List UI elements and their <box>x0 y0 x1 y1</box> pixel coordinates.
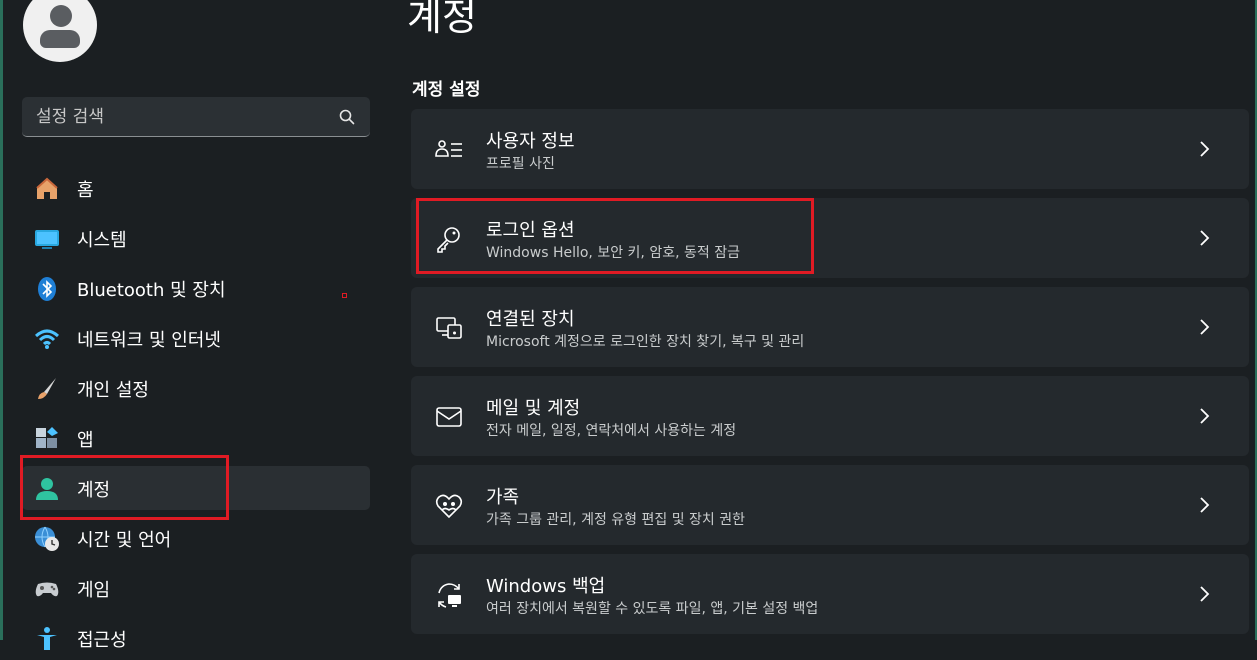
highlight-box-sign-in-options <box>416 198 814 274</box>
sidebar-item-label: 접근성 <box>77 630 127 651</box>
highlight-box-accounts <box>20 455 229 520</box>
card-subtitle: 여러 장치에서 복원할 수 있도록 파일, 앱, 기본 설정 백업 <box>486 601 819 617</box>
section-title: 계정 설정 <box>412 80 481 100</box>
gamepad-icon <box>35 582 59 597</box>
clock-globe-icon <box>35 526 59 551</box>
page-title: 계정 <box>407 0 477 39</box>
sidebar-item-home[interactable]: 홈 <box>22 166 370 210</box>
search-icon[interactable] <box>338 108 356 126</box>
connected-devices-icon <box>436 317 462 339</box>
card-subtitle: Microsoft 계정으로 로그인한 장치 찾기, 복구 및 관리 <box>486 334 805 350</box>
sidebar-item-bluetooth[interactable]: Bluetooth 및 장치 <box>22 266 370 310</box>
card-title: 사용자 정보 <box>486 131 575 152</box>
family-heart-icon <box>435 494 463 519</box>
sidebar-item-label: 시스템 <box>77 230 127 251</box>
avatar[interactable] <box>23 0 97 62</box>
card-connected-devices[interactable]: 연결된 장치 Microsoft 계정으로 로그인한 장치 찾기, 복구 및 관… <box>411 287 1249 367</box>
chevron-right-icon <box>1200 497 1210 513</box>
sidebar-item-label: 앱 <box>77 430 94 451</box>
search-input[interactable] <box>22 97 338 137</box>
sidebar-item-system[interactable]: 시스템 <box>22 216 370 260</box>
apps-icon <box>36 427 58 448</box>
card-subtitle: 가족 그룹 관리, 계정 유형 편집 및 장치 권한 <box>486 512 746 528</box>
chevron-right-icon <box>1200 586 1210 602</box>
sidebar-item-personalization[interactable]: 개인 설정 <box>22 366 370 410</box>
sidebar-item-time-language[interactable]: 시간 및 언어 <box>22 516 370 560</box>
avatar-head <box>50 5 72 27</box>
backup-icon <box>438 583 461 608</box>
sidebar-item-label: 홈 <box>77 180 94 201</box>
card-title: Windows 백업 <box>486 576 606 597</box>
chevron-right-icon <box>1200 141 1210 157</box>
sidebar-item-label: Bluetooth 및 장치 <box>77 280 226 301</box>
sidebar-item-gaming[interactable]: 게임 <box>22 566 370 610</box>
chevron-right-icon <box>1200 319 1210 335</box>
card-title: 가족 <box>486 487 520 508</box>
brush-icon <box>38 378 56 399</box>
sidebar: 홈 시스템 Bluetooth 및 장치 네트워크 및 인터넷 개인 설정 <box>0 0 390 651</box>
card-title: 메일 및 계정 <box>486 398 581 419</box>
card-windows-backup[interactable]: Windows 백업 여러 장치에서 복원할 수 있도록 파일, 앱, 기본 설… <box>411 554 1249 634</box>
sidebar-item-label: 게임 <box>77 580 111 601</box>
card-email-accounts[interactable]: 메일 및 계정 전자 메일, 일정, 연락처에서 사용하는 계정 <box>411 376 1249 456</box>
highlight-dot <box>342 293 347 298</box>
card-subtitle: 전자 메일, 일정, 연락처에서 사용하는 계정 <box>486 423 737 439</box>
sidebar-item-accessibility[interactable]: 접근성 <box>22 616 370 660</box>
card-user-info[interactable]: 사용자 정보 프로필 사진 <box>411 109 1249 189</box>
chevron-right-icon <box>1200 408 1210 424</box>
user-name-blurred <box>114 10 274 50</box>
sidebar-item-label: 네트워크 및 인터넷 <box>77 330 221 351</box>
wifi-icon <box>34 329 60 349</box>
avatar-body <box>40 30 80 48</box>
sidebar-item-label: 시간 및 언어 <box>77 530 172 551</box>
sidebar-item-label: 개인 설정 <box>77 380 149 401</box>
search-box[interactable] <box>22 97 370 137</box>
card-title: 연결된 장치 <box>486 309 575 330</box>
chevron-right-icon <box>1200 230 1210 246</box>
card-subtitle: 프로필 사진 <box>486 156 555 172</box>
card-family[interactable]: 가족 가족 그룹 관리, 계정 유형 편집 및 장치 권한 <box>411 465 1249 545</box>
sidebar-item-network[interactable]: 네트워크 및 인터넷 <box>22 316 370 360</box>
system-icon <box>35 230 59 249</box>
mail-icon <box>436 407 462 427</box>
bluetooth-icon <box>38 277 56 301</box>
accessibility-icon <box>37 627 57 650</box>
user-info-icon <box>435 140 462 157</box>
home-icon <box>36 177 58 199</box>
sidebar-item-apps[interactable]: 앱 <box>22 416 370 460</box>
